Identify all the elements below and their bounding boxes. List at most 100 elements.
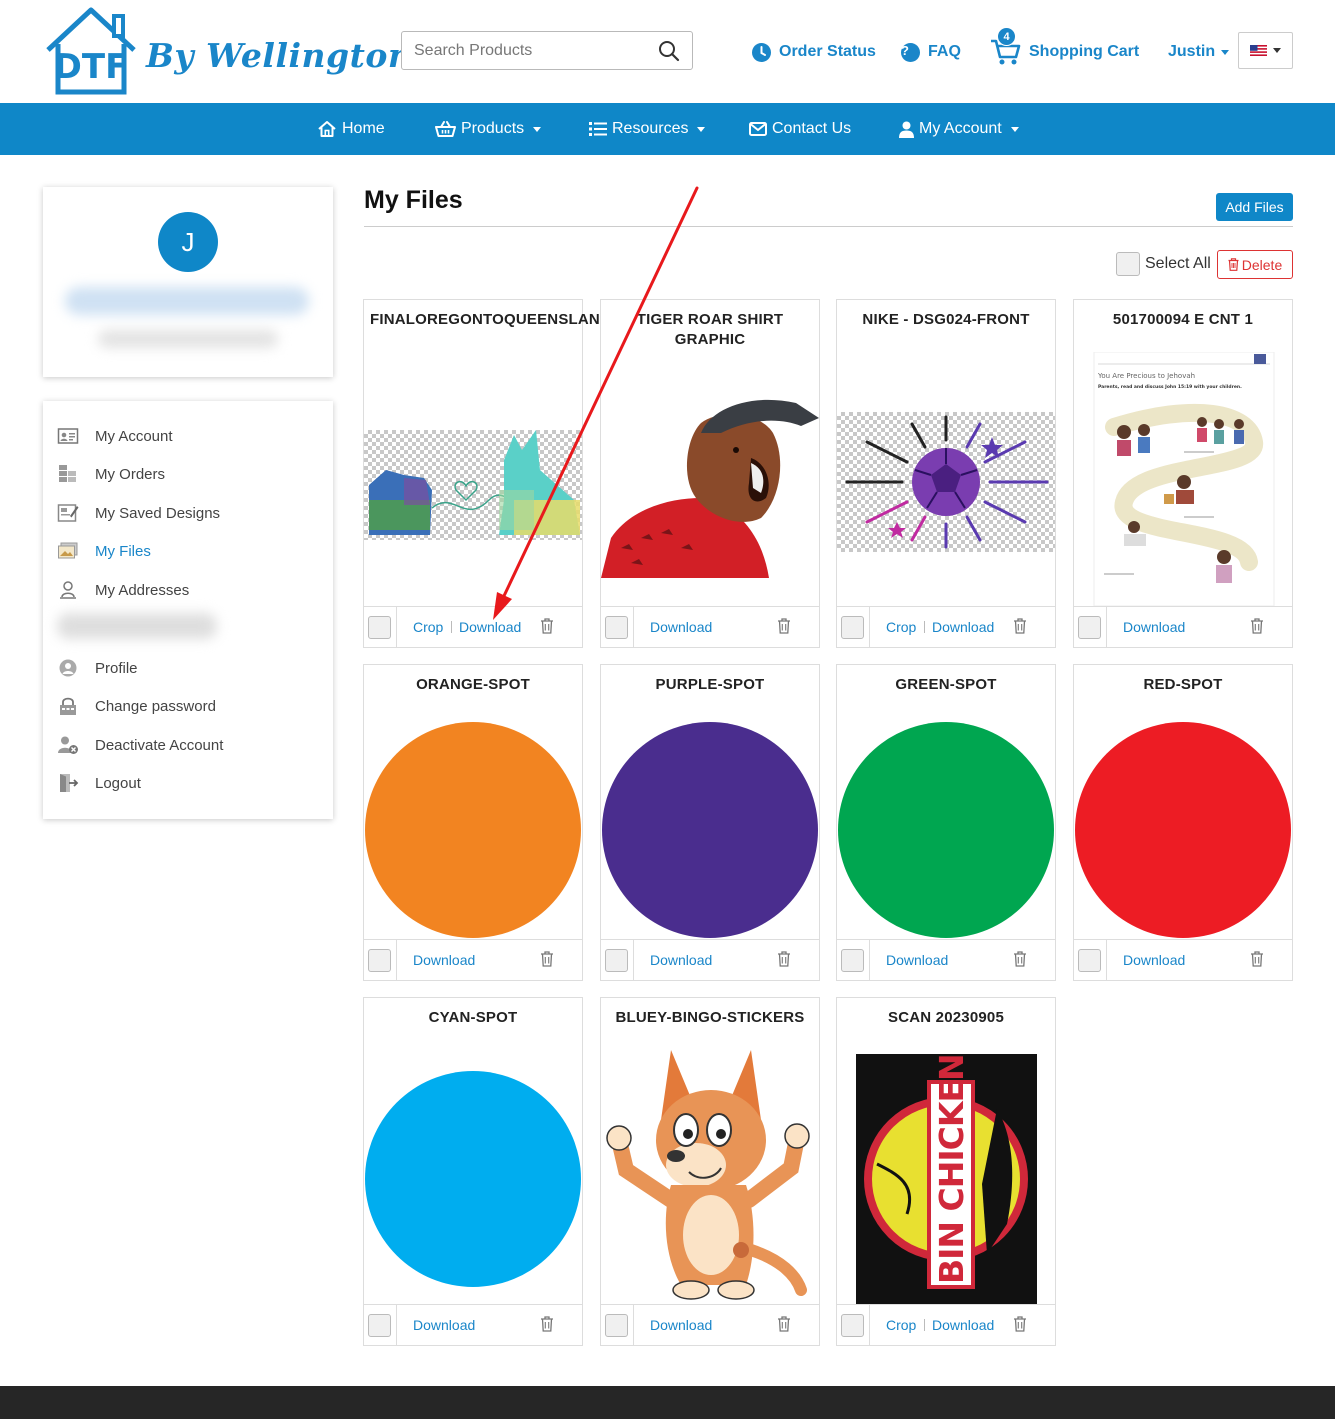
download-link[interactable]: Download bbox=[650, 619, 712, 635]
download-link[interactable]: Download bbox=[1123, 619, 1185, 635]
file-thumbnail[interactable] bbox=[837, 412, 1055, 552]
add-files-button[interactable]: Add Files bbox=[1216, 193, 1293, 221]
order-status-link[interactable]: Order Status bbox=[752, 40, 876, 64]
file-actions: Download bbox=[1074, 606, 1292, 647]
designs-icon bbox=[57, 504, 79, 522]
file-title: NIKE - DSG024-FRONT bbox=[862, 311, 1030, 328]
file-thumbnail[interactable] bbox=[601, 388, 819, 580]
download-link[interactable]: Download bbox=[886, 952, 948, 968]
download-link[interactable]: Download bbox=[413, 952, 475, 968]
search-input[interactable] bbox=[402, 32, 652, 69]
svg-text:Parents, read and discuss John: Parents, read and discuss John 15:19 wit… bbox=[1098, 384, 1242, 390]
cyan-spot-circle bbox=[365, 1071, 581, 1287]
crop-link[interactable]: Crop bbox=[886, 619, 916, 635]
trash-icon[interactable] bbox=[777, 951, 791, 967]
trash-icon[interactable] bbox=[1013, 618, 1027, 634]
question-icon: ? bbox=[901, 42, 920, 62]
file-select-checkbox[interactable] bbox=[841, 1314, 864, 1337]
download-link[interactable]: Download bbox=[459, 619, 521, 635]
file-thumbnail[interactable] bbox=[601, 721, 819, 939]
language-selector[interactable] bbox=[1238, 32, 1293, 69]
file-thumbnail[interactable] bbox=[364, 430, 582, 540]
avatar: J bbox=[158, 212, 218, 272]
sidebar-item-my-account[interactable]: My Account bbox=[57, 423, 173, 449]
file-thumbnail[interactable] bbox=[364, 721, 582, 939]
file-title: RED-SPOT bbox=[1143, 676, 1223, 693]
user-icon bbox=[899, 121, 914, 138]
delete-button[interactable]: Delete bbox=[1217, 250, 1293, 279]
file-title: FINALOREGONTOQUEENSLAND bbox=[370, 311, 611, 328]
nav-home[interactable]: Home bbox=[317, 103, 385, 155]
sidebar-item-deactivate-account[interactable]: Deactivate Account bbox=[57, 732, 223, 758]
crop-link[interactable]: Crop bbox=[413, 619, 443, 635]
select-all-control[interactable]: Select All bbox=[1116, 252, 1211, 276]
file-thumbnail[interactable] bbox=[364, 1070, 582, 1288]
download-link[interactable]: Download bbox=[650, 1317, 712, 1333]
sidebar-item-my-addresses[interactable]: My Addresses bbox=[57, 577, 189, 603]
link-separator bbox=[924, 1319, 925, 1331]
basket-icon bbox=[435, 121, 456, 137]
crop-link[interactable]: Crop bbox=[886, 1317, 916, 1333]
sidebar-item-profile[interactable]: Profile bbox=[57, 655, 138, 681]
trash-icon[interactable] bbox=[1250, 951, 1264, 967]
sidebar-item-my-files[interactable]: My Files bbox=[57, 538, 151, 564]
trash-icon[interactable] bbox=[540, 1316, 554, 1332]
nav-resources[interactable]: Resources bbox=[589, 103, 706, 155]
site-logo[interactable]: DTF By Wellington bbox=[44, 6, 412, 96]
trash-icon[interactable] bbox=[540, 951, 554, 967]
svg-text:You Are Precious to Jehovah: You Are Precious to Jehovah bbox=[1097, 372, 1195, 380]
id-card-icon bbox=[57, 428, 79, 444]
file-actions: Download bbox=[1074, 939, 1292, 980]
download-link[interactable]: Download bbox=[413, 1317, 475, 1333]
user-menu[interactable]: Justin bbox=[1168, 40, 1230, 64]
redacted-menu-item bbox=[57, 613, 217, 639]
redacted-user-email bbox=[98, 330, 278, 348]
file-select-checkbox[interactable] bbox=[605, 616, 628, 639]
file-select-checkbox[interactable] bbox=[841, 616, 864, 639]
nav-contact[interactable]: Contact Us bbox=[749, 103, 851, 155]
chevron-down-icon bbox=[1010, 126, 1019, 132]
svg-text:BIN CHICKEN: BIN CHICKEN bbox=[932, 1054, 971, 1284]
search-icon[interactable] bbox=[658, 40, 680, 62]
orders-icon bbox=[59, 465, 76, 482]
logo-script: By Wellington bbox=[146, 36, 413, 75]
file-select-checkbox[interactable] bbox=[368, 949, 391, 972]
sidebar-item-my-saved-designs[interactable]: My Saved Designs bbox=[57, 500, 220, 526]
trash-icon[interactable] bbox=[1250, 618, 1264, 634]
file-card: PURPLE-SPOT Download bbox=[600, 664, 820, 981]
file-select-checkbox[interactable] bbox=[605, 1314, 628, 1337]
download-link[interactable]: Download bbox=[932, 619, 994, 635]
nav-my-account[interactable]: My Account bbox=[899, 103, 1019, 155]
file-thumbnail[interactable] bbox=[1074, 721, 1292, 939]
bin-chicken-sticker: BIN CHICKEN bbox=[856, 1054, 1037, 1304]
download-link[interactable]: Download bbox=[932, 1317, 994, 1333]
select-all-checkbox[interactable] bbox=[1116, 252, 1140, 276]
title-divider bbox=[364, 226, 1293, 227]
file-thumbnail[interactable]: You Are Precious to Jehovah Parents, rea… bbox=[1074, 351, 1292, 607]
file-title: TIGER ROAR SHIRT GRAPHIC bbox=[636, 311, 784, 348]
file-select-checkbox[interactable] bbox=[368, 616, 391, 639]
sidebar-item-logout[interactable]: Logout bbox=[57, 770, 141, 796]
sidebar-item-change-password[interactable]: Change password bbox=[57, 693, 216, 719]
trash-icon[interactable] bbox=[540, 618, 554, 634]
file-select-checkbox[interactable] bbox=[368, 1314, 391, 1337]
faq-link[interactable]: ? FAQ bbox=[901, 40, 961, 64]
download-link[interactable]: Download bbox=[650, 952, 712, 968]
download-link[interactable]: Download bbox=[1123, 952, 1185, 968]
file-title: ORANGE-SPOT bbox=[416, 676, 530, 693]
file-select-checkbox[interactable] bbox=[1078, 949, 1101, 972]
file-select-checkbox[interactable] bbox=[841, 949, 864, 972]
file-thumbnail[interactable] bbox=[837, 721, 1055, 939]
nav-products[interactable]: Products bbox=[435, 103, 542, 155]
trash-icon[interactable] bbox=[777, 1316, 791, 1332]
trash-icon[interactable] bbox=[1013, 951, 1027, 967]
file-title: GREEN-SPOT bbox=[895, 676, 997, 693]
sidebar-item-my-orders[interactable]: My Orders bbox=[57, 461, 165, 487]
file-select-checkbox[interactable] bbox=[605, 949, 628, 972]
trash-icon[interactable] bbox=[777, 618, 791, 634]
file-thumbnail[interactable] bbox=[601, 1050, 819, 1306]
file-thumbnail[interactable]: BIN CHICKEN bbox=[837, 1054, 1055, 1304]
trash-icon[interactable] bbox=[1013, 1316, 1027, 1332]
file-select-checkbox[interactable] bbox=[1078, 616, 1101, 639]
envelope-icon bbox=[749, 122, 767, 136]
